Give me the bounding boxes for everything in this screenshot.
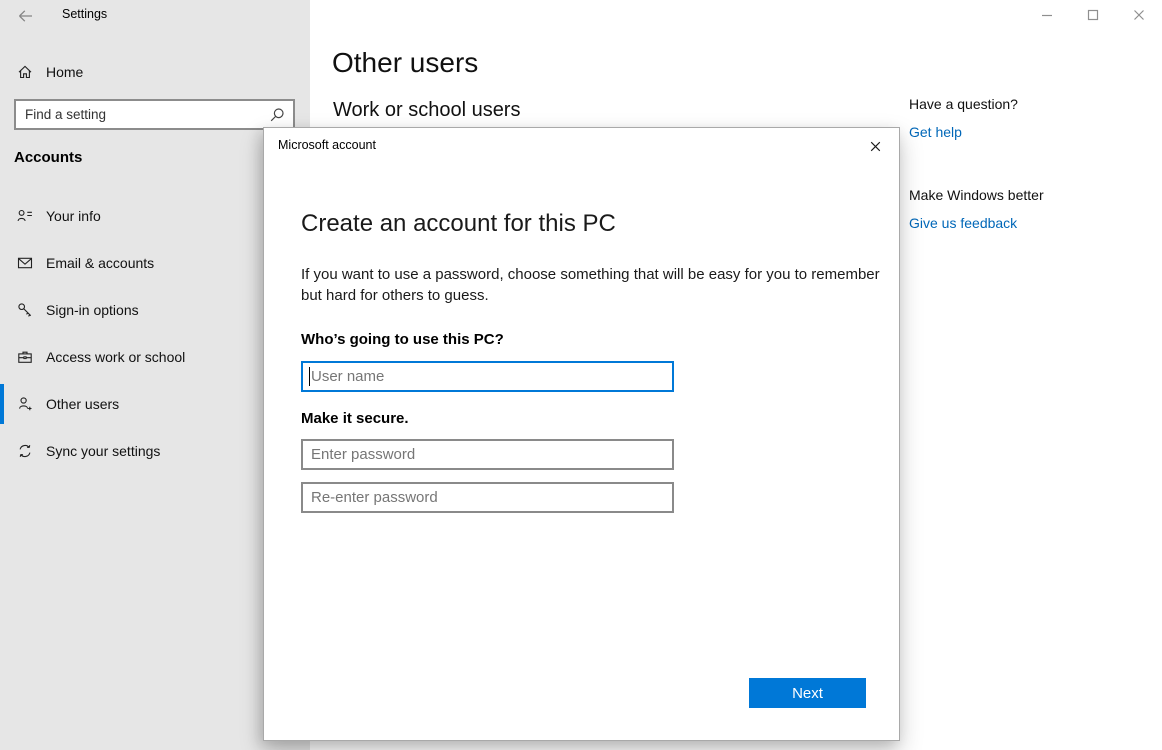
key-icon bbox=[17, 302, 33, 318]
dialog-close-button[interactable] bbox=[859, 132, 891, 160]
maximize-button[interactable] bbox=[1070, 0, 1116, 30]
search-icon[interactable] bbox=[261, 101, 293, 128]
sidebar-item-label: Your info bbox=[46, 208, 101, 224]
back-arrow-icon bbox=[17, 8, 34, 24]
close-window-button[interactable] bbox=[1116, 0, 1162, 30]
microsoft-account-dialog: Microsoft account Create an account for … bbox=[263, 127, 900, 741]
give-feedback-link[interactable]: Give us feedback bbox=[909, 215, 1149, 231]
password-input[interactable] bbox=[301, 439, 674, 470]
sidebar-item-label: Home bbox=[46, 64, 83, 80]
get-help-link[interactable]: Get help bbox=[909, 124, 1149, 140]
search-input[interactable] bbox=[16, 101, 261, 128]
sidebar-item-home[interactable]: Home bbox=[0, 56, 310, 88]
minimize-button[interactable] bbox=[1024, 0, 1070, 30]
sidebar-item-label: Email & accounts bbox=[46, 255, 154, 271]
close-icon bbox=[868, 139, 883, 154]
help-question-title: Have a question? bbox=[909, 96, 1149, 112]
minimize-icon bbox=[1041, 9, 1053, 21]
make-windows-better-title: Make Windows better bbox=[909, 187, 1149, 203]
reenter-password-field-wrap bbox=[301, 482, 674, 513]
sidebar-item-label: Sign-in options bbox=[46, 302, 139, 318]
briefcase-icon bbox=[17, 349, 33, 365]
close-icon bbox=[1133, 9, 1145, 21]
person-add-icon bbox=[17, 396, 33, 412]
help-column: Have a question? Get help Make Windows b… bbox=[909, 96, 1149, 231]
dialog-heading: Create an account for this PC bbox=[301, 210, 616, 238]
password-field-wrap bbox=[301, 439, 674, 470]
email-icon bbox=[17, 255, 33, 271]
contact-card-icon bbox=[17, 208, 33, 224]
username-input[interactable] bbox=[301, 361, 674, 392]
app-title: Settings bbox=[62, 7, 107, 21]
maximize-icon bbox=[1087, 9, 1099, 21]
page-title: Other users bbox=[332, 47, 478, 79]
window-controls bbox=[1024, 0, 1162, 30]
next-button[interactable]: Next bbox=[749, 678, 866, 708]
dialog-body-text: If you want to use a password, choose so… bbox=[301, 264, 886, 306]
who-label: Who’s going to use this PC? bbox=[301, 331, 504, 348]
dialog-title: Microsoft account bbox=[278, 138, 376, 152]
reenter-password-input[interactable] bbox=[301, 482, 674, 513]
sidebar-item-label: Other users bbox=[46, 396, 119, 412]
section-title: Work or school users bbox=[333, 99, 520, 122]
secure-label: Make it secure. bbox=[301, 410, 409, 427]
search-box bbox=[14, 99, 295, 130]
settings-window: Settings Home Accounts Your info Email &… bbox=[0, 0, 1162, 750]
sidebar-item-label: Access work or school bbox=[46, 349, 185, 365]
sync-icon bbox=[17, 443, 33, 459]
home-icon bbox=[17, 64, 33, 80]
back-button[interactable] bbox=[8, 3, 42, 29]
sidebar-item-label: Sync your settings bbox=[46, 443, 160, 459]
sidebar-section-heading: Accounts bbox=[14, 149, 82, 166]
username-field-wrap bbox=[301, 361, 674, 392]
text-caret bbox=[309, 367, 310, 386]
